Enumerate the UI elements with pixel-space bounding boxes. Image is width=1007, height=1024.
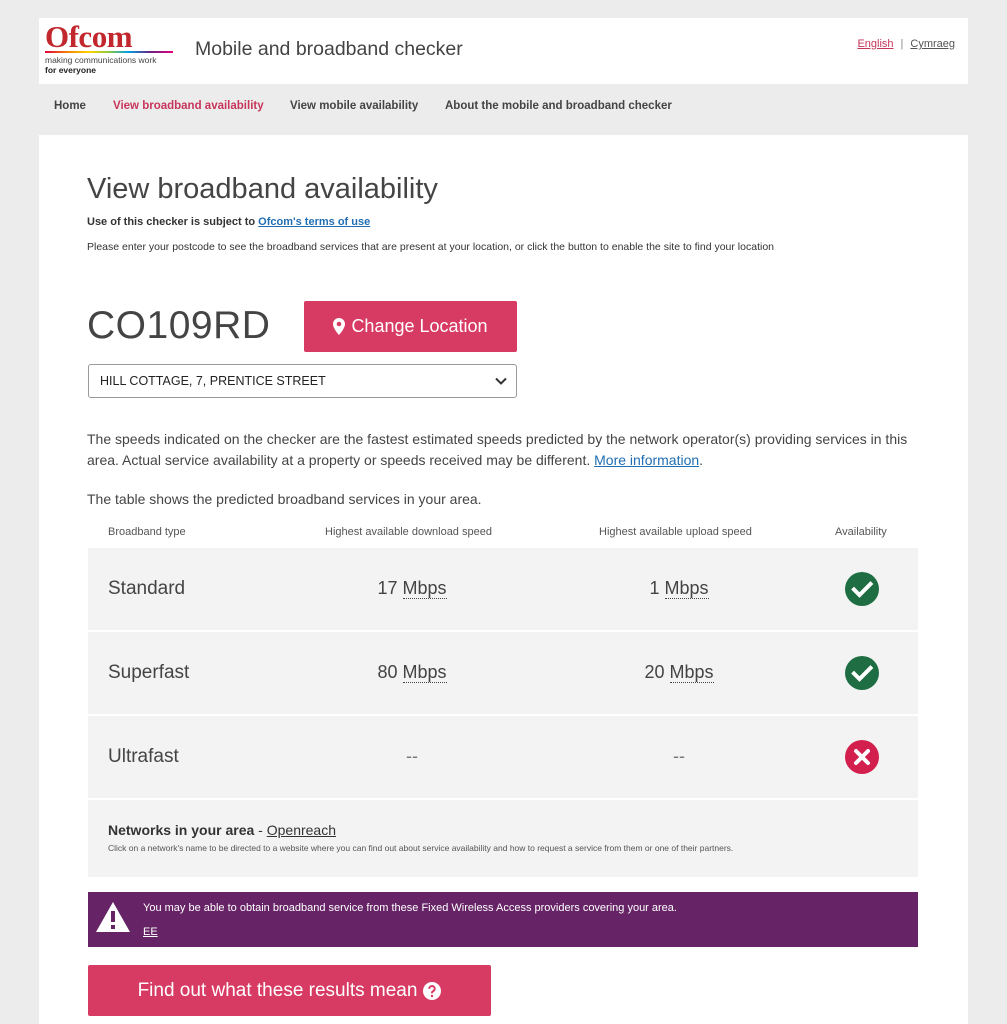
upload-speed: 1 Mbps <box>579 578 779 599</box>
nav-item-mobile[interactable]: View mobile availability <box>290 100 418 112</box>
download-speed: 17 Mbps <box>312 578 512 599</box>
col-header-download: Highest available download speed <box>325 526 492 538</box>
broadband-type: Superfast <box>108 662 190 683</box>
broadband-type: Ultrafast <box>108 746 179 767</box>
networks-separator: - <box>254 822 267 838</box>
table-row: Superfast 80 Mbps 20 Mbps <box>88 632 918 714</box>
lang-english-link[interactable]: English <box>857 38 893 50</box>
networks-label: Networks in your area <box>108 822 255 838</box>
download-value: -- <box>406 746 418 766</box>
address-select[interactable]: HILL COTTAGE, 7, PRENTICE STREET <box>88 364 517 398</box>
download-unit[interactable]: Mbps <box>402 662 447 683</box>
terms-notice: Use of this checker is subject to Ofcom'… <box>87 216 370 228</box>
nav-item-about[interactable]: About the mobile and broadband checker <box>445 100 672 112</box>
upload-unit[interactable]: Mbps <box>664 578 709 599</box>
upload-unit[interactable]: Mbps <box>669 662 714 683</box>
network-openreach-link[interactable]: Openreach <box>267 822 336 838</box>
speeds-disclaimer-end: . <box>699 452 704 468</box>
change-location-label: Change Location <box>351 316 488 336</box>
more-information-link[interactable]: More information <box>594 452 699 468</box>
question-circle-icon <box>423 981 442 1000</box>
col-header-availability: Availability <box>835 526 887 538</box>
lang-welsh-link[interactable]: Cymraeg <box>910 38 955 50</box>
networks-title: Networks in your area - Openreach <box>108 822 336 838</box>
check-circle-icon <box>845 572 879 606</box>
address-selected-value: HILL COTTAGE, 7, PRENTICE STREET <box>100 374 326 388</box>
x-circle-icon <box>845 740 879 774</box>
table-row: Standard 17 Mbps 1 Mbps <box>88 548 918 630</box>
chevron-down-icon <box>495 377 507 385</box>
site-header: Ofcom making communications work for eve… <box>39 18 968 84</box>
results-button-label: Find out what these results mean <box>137 979 418 1001</box>
upload-speed: 20 Mbps <box>579 662 779 683</box>
broadband-type: Standard <box>108 578 186 599</box>
intro-text: Please enter your postcode to see the br… <box>87 241 775 253</box>
upload-value: 20 <box>644 662 665 682</box>
fwa-message: You may be able to obtain broadband serv… <box>143 902 677 914</box>
warning-triangle-icon <box>96 902 130 932</box>
networks-section: Networks in your area - Openreach Click … <box>88 800 918 877</box>
col-header-type: Broadband type <box>108 526 186 538</box>
main-panel: View broadband availability Use of this … <box>39 135 968 1024</box>
download-unit[interactable]: Mbps <box>402 578 447 599</box>
table-row: Ultrafast -- -- <box>88 716 918 798</box>
col-header-upload: Highest available upload speed <box>599 526 752 538</box>
fwa-provider-ee-link[interactable]: EE <box>143 926 158 938</box>
change-location-button[interactable]: Change Location <box>304 301 517 352</box>
ofcom-logo[interactable]: Ofcom making communications work for eve… <box>45 19 177 78</box>
logo-tagline: making communications work <box>45 55 157 65</box>
upload-value: 1 <box>649 578 660 598</box>
app-title: Mobile and broadband checker <box>195 38 463 60</box>
broadband-table: Broadband type Highest available downloa… <box>88 519 918 877</box>
language-switcher: English | Cymraeg <box>857 38 955 50</box>
download-speed: 80 Mbps <box>312 662 512 683</box>
download-value: 80 <box>377 662 398 682</box>
postcode-display: CO109RD <box>87 304 271 347</box>
nav-item-broadband[interactable]: View broadband availability <box>113 100 264 112</box>
download-speed: -- <box>312 746 512 767</box>
map-marker-icon <box>333 318 346 335</box>
networks-help: Click on a network's name to be directed… <box>108 843 734 853</box>
check-circle-icon <box>845 656 879 690</box>
terms-link[interactable]: Ofcom's terms of use <box>258 216 370 228</box>
page-title: View broadband availability <box>87 173 438 205</box>
lang-separator: | <box>900 38 904 50</box>
upload-speed: -- <box>579 746 779 767</box>
fwa-banner: You may be able to obtain broadband serv… <box>88 892 918 947</box>
speeds-disclaimer-text: The speeds indicated on the checker are … <box>87 431 908 468</box>
table-header: Broadband type Highest available downloa… <box>88 519 918 548</box>
find-out-results-button[interactable]: Find out what these results mean <box>88 965 491 1016</box>
speeds-disclaimer: The speeds indicated on the checker are … <box>87 429 917 471</box>
download-value: 17 <box>377 578 398 598</box>
upload-value: -- <box>673 746 685 766</box>
table-intro: The table shows the predicted broadband … <box>87 491 482 507</box>
nav-item-home[interactable]: Home <box>54 100 86 112</box>
logo-wordmark: Ofcom <box>45 19 133 54</box>
terms-prefix: Use of this checker is subject to <box>87 216 259 228</box>
logo-tagline-2: for everyone <box>45 65 97 75</box>
